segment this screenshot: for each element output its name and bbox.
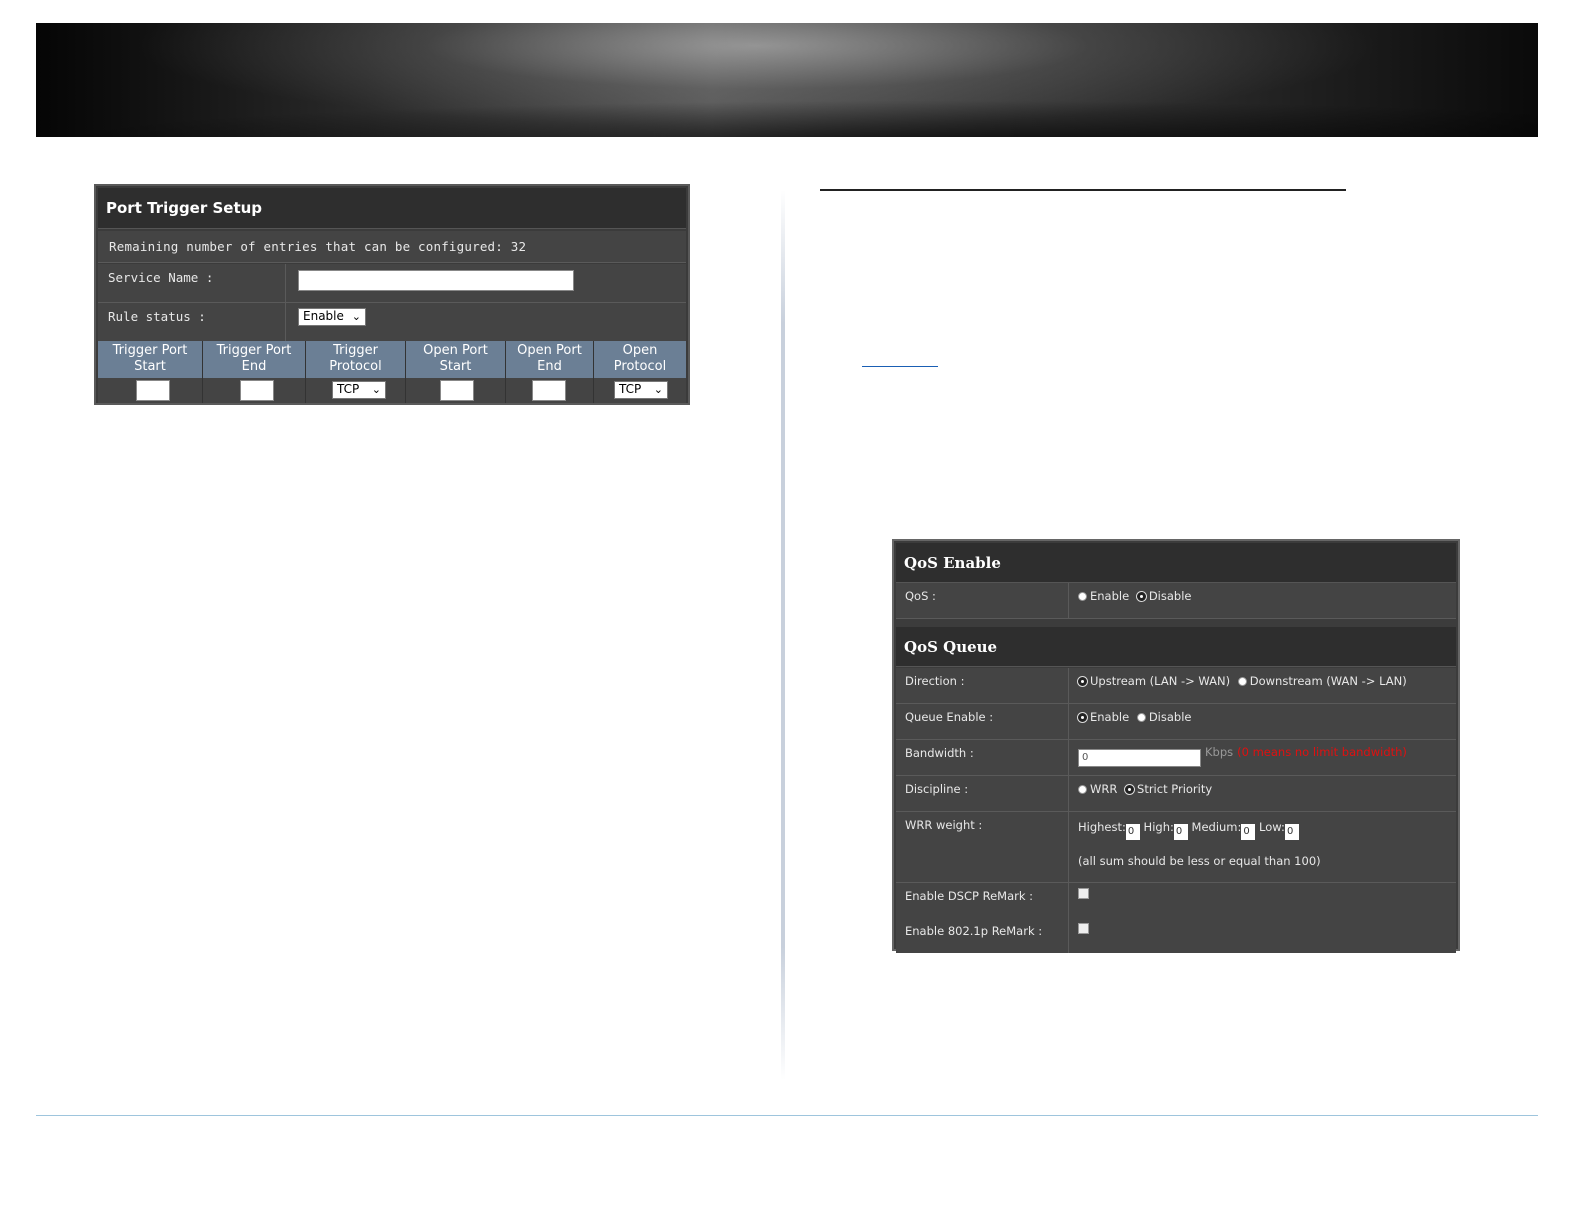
qos-enable-header: QoS Enable — [896, 543, 1456, 583]
rule-status-label: Rule status : — [98, 303, 286, 341]
dscp-remark-checkbox-wrap — [1078, 888, 1089, 902]
port-trigger-panel: Port Trigger Setup Remaining number of e… — [94, 184, 690, 405]
empty-label — [896, 847, 1069, 882]
col-trigger-protocol: Trigger Protocol — [306, 341, 406, 378]
dot1p-remark-checkbox-wrap — [1078, 923, 1089, 937]
queue-disable-radio[interactable] — [1136, 713, 1146, 722]
chevron-down-icon: ⌄ — [351, 310, 361, 323]
discipline-options: WRR Strict Priority — [1078, 782, 1212, 796]
footer-rule — [36, 1115, 1538, 1116]
wrr-low-input[interactable]: 0 — [1284, 824, 1299, 840]
discipline-label: Discipline : — [896, 776, 1069, 811]
col-open-port-start: Open Port Start — [406, 341, 506, 378]
trigger-protocol-select[interactable]: TCP ⌄ — [332, 381, 386, 399]
bandwidth-row: Bandwidth : 0 Kbps (0 means no limit bandw… — [896, 740, 1456, 776]
strict-priority-radio[interactable] — [1125, 785, 1135, 794]
queue-enable-label: Queue Enable : — [896, 704, 1069, 739]
queue-enable-options: Enable Disable — [1078, 710, 1192, 724]
wrr-weight-fields: Highest: 0 High: 0 Medium: 0 Low: 0 — [1078, 820, 1299, 840]
qos-label: QoS : — [896, 583, 1069, 618]
trigger-protocol-value: TCP — [337, 382, 360, 396]
open-port-start-input[interactable] — [440, 380, 474, 401]
cell-trigger-end — [203, 378, 306, 403]
cell-open-start — [406, 378, 506, 403]
qos-row: QoS : Enable Disable — [896, 583, 1456, 619]
dscp-remark-label: Enable DSCP ReMark : — [896, 883, 1069, 918]
wrr-weight-label: WRR weight : — [896, 812, 1069, 847]
dot1p-remark-checkbox[interactable] — [1078, 923, 1089, 934]
chevron-down-icon: ⌄ — [653, 383, 663, 396]
col-trigger-port-start: Trigger Port Start — [98, 341, 203, 378]
port-table-header: Trigger Port Start Trigger Port End Trigge… — [98, 341, 686, 378]
open-protocol-value: TCP — [619, 382, 642, 396]
service-name-label: Service Name : — [98, 264, 286, 302]
qos-options: Enable Disable — [1078, 589, 1192, 603]
rule-status-value: Enable — [303, 309, 344, 323]
rule-status-row: Rule status : Enable ⌄ — [98, 303, 686, 342]
wrr-note: (all sum should be less or equal than 10… — [1078, 854, 1321, 868]
direction-label: Direction : — [896, 668, 1069, 703]
service-name-row: Service Name : — [98, 264, 686, 303]
cell-trigger-protocol: TCP ⌄ — [306, 378, 406, 403]
bandwidth-value-group: 0 Kbps (0 means no limit bandwidth) — [1078, 745, 1407, 767]
panel-title: Port Trigger Setup — [98, 188, 686, 229]
chevron-down-icon: ⌄ — [371, 383, 381, 396]
bandwidth-unit: Kbps — [1205, 745, 1234, 759]
discipline-row: Discipline : WRR Strict Priority — [896, 776, 1456, 812]
trigger-port-end-input[interactable] — [240, 380, 274, 401]
wrr-highest-input[interactable]: 0 — [1125, 824, 1140, 840]
dot1p-remark-label: Enable 802.1p ReMark : — [896, 918, 1069, 953]
direction-options: Upstream (LAN -> WAN) Downstream (WAN ->… — [1078, 674, 1407, 688]
hyperlink-underline[interactable] — [862, 366, 938, 367]
dot1p-remark-row: Enable 802.1p ReMark : — [896, 918, 1456, 953]
trigger-port-start-input[interactable] — [136, 380, 170, 401]
open-protocol-select[interactable]: TCP ⌄ — [614, 381, 668, 399]
wrr-weight-row: WRR weight : Highest: 0 High: 0 Medium: 0 L… — [896, 812, 1456, 848]
open-port-end-input[interactable] — [532, 380, 566, 401]
dscp-remark-checkbox[interactable] — [1078, 888, 1089, 899]
direction-row: Direction : Upstream (LAN -> WAN) Downst… — [896, 668, 1456, 704]
column-divider — [781, 190, 785, 1080]
service-name-input[interactable] — [298, 270, 574, 291]
col-trigger-port-end: Trigger Port End — [203, 341, 306, 378]
upstream-radio[interactable] — [1078, 677, 1087, 686]
qos-disable-radio[interactable] — [1136, 592, 1146, 601]
queue-enable-radio[interactable] — [1078, 713, 1087, 722]
wrr-medium-input[interactable]: 0 — [1241, 824, 1256, 840]
wrr-high-input[interactable]: 0 — [1173, 824, 1188, 840]
remaining-entries-text: Remaining number of entries that can be … — [98, 231, 686, 263]
bandwidth-label: Bandwidth : — [896, 740, 1069, 775]
rule-status-select[interactable]: Enable ⌄ — [298, 308, 366, 326]
bandwidth-input[interactable]: 0 — [1078, 749, 1201, 767]
qos-queue-header: QoS Queue — [896, 627, 1456, 667]
wrr-note-row: (all sum should be less or equal than 10… — [896, 847, 1456, 883]
cell-open-protocol: TCP ⌄ — [594, 378, 686, 403]
dscp-remark-row: Enable DSCP ReMark : — [896, 883, 1456, 919]
wrr-radio[interactable] — [1078, 785, 1087, 794]
col-open-port-end: Open Port End — [506, 341, 594, 378]
cell-trigger-start — [98, 378, 203, 403]
port-table-row: TCP ⌄ TCP ⌄ — [98, 378, 686, 403]
bandwidth-note: (0 means no limit bandwidth) — [1237, 745, 1407, 759]
qos-enable-radio[interactable] — [1078, 592, 1087, 601]
queue-enable-row: Queue Enable : Enable Disable — [896, 704, 1456, 740]
qos-panel: QoS Enable QoS : Enable Disable QoS Queu… — [892, 539, 1460, 953]
header-banner — [36, 23, 1538, 137]
section-heading-rule — [820, 189, 1346, 191]
cell-open-end — [506, 378, 594, 403]
col-open-protocol: Open Protocol — [613, 343, 667, 374]
downstream-radio[interactable] — [1237, 677, 1247, 686]
